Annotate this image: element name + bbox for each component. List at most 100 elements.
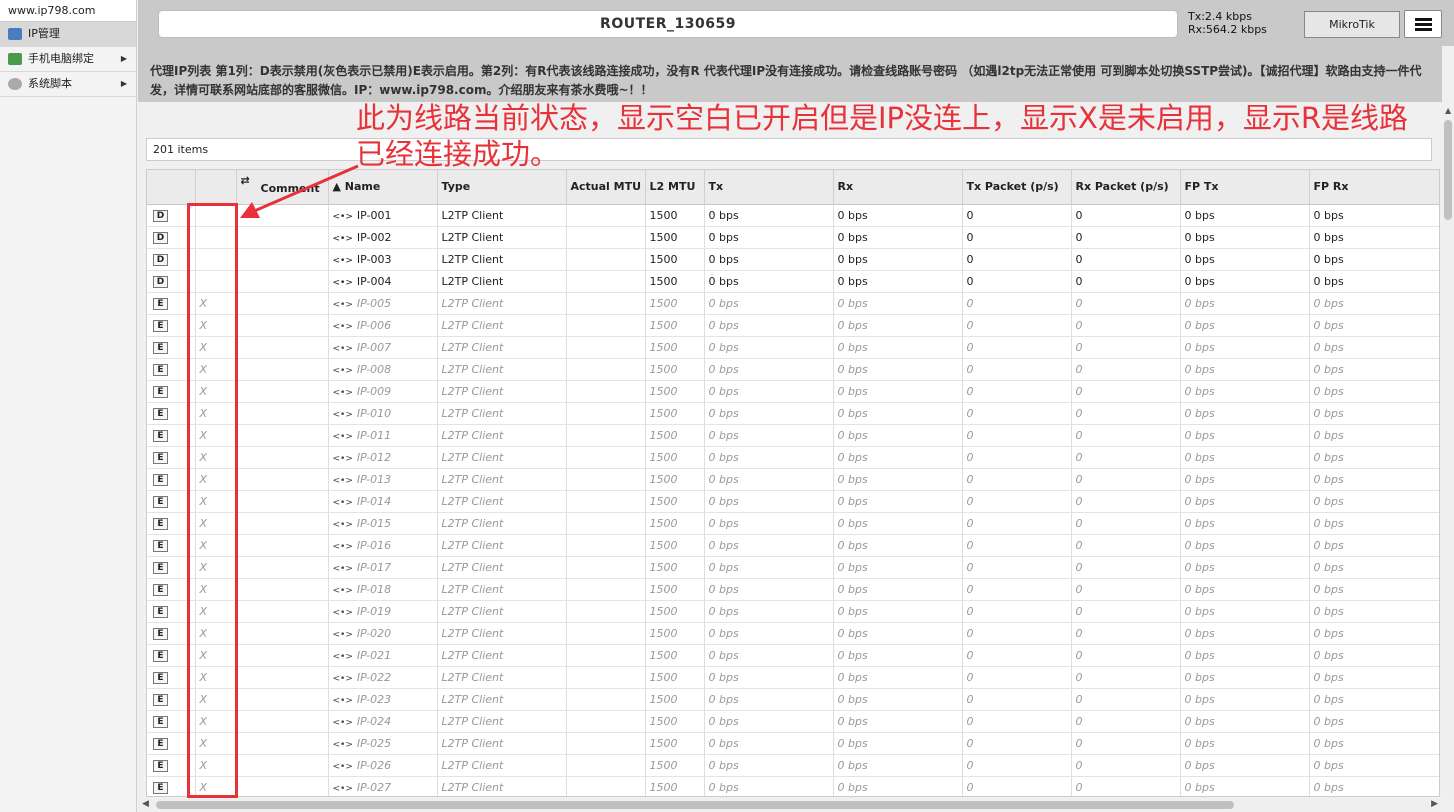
table-row[interactable]: E X <•> IP-010 L2TP Client 1500 0 bps 0 bps 0 0 0 …	[147, 402, 1439, 425]
comment-cell	[236, 248, 329, 271]
actual-mtu-cell	[566, 644, 646, 667]
vertical-scroll-thumb[interactable]	[1444, 120, 1452, 220]
table-row[interactable]: E X <•> IP-006 L2TP Client 1500 0 bps 0 bps 0 0 0 …	[147, 314, 1439, 337]
sidebar-item-device-binding[interactable]: 手机电脑绑定 ▶	[0, 47, 136, 72]
fp-rx-cell: 0 bps	[1309, 424, 1439, 447]
enable-flag-button[interactable]: E	[153, 606, 168, 618]
enable-flag-button[interactable]: E	[153, 738, 168, 750]
tx-cell: 0 bps	[704, 358, 834, 381]
enable-flag-button[interactable]: E	[153, 760, 168, 772]
table-row[interactable]: D <•> IP-004 L2TP Client 1500 0 bps 0 bps 0 0 0 b…	[147, 270, 1439, 293]
col-rx-packet[interactable]: Rx Packet (p/s)	[1071, 170, 1181, 205]
interface-name: IP-025	[356, 736, 392, 750]
horizontal-scroll-thumb[interactable]	[156, 801, 1234, 809]
table-row[interactable]: E X <•> IP-018 L2TP Client 1500 0 bps 0 bps 0 0 0 …	[147, 578, 1439, 601]
fp-rx-cell: 0 bps	[1309, 732, 1439, 755]
col-rx[interactable]: Rx	[833, 170, 963, 205]
tx-cell: 0 bps	[704, 688, 834, 711]
col-type[interactable]: Type	[437, 170, 567, 205]
scroll-left-icon[interactable]: ◀	[142, 799, 149, 809]
mikrotik-button[interactable]: MikroTik	[1304, 11, 1400, 38]
enable-flag-button[interactable]: E	[153, 342, 168, 354]
scroll-up-icon[interactable]: ▲	[1445, 106, 1451, 115]
comment-cell	[236, 490, 329, 513]
enable-flag-button[interactable]: E	[153, 474, 168, 486]
table-row[interactable]: E X <•> IP-007 L2TP Client 1500 0 bps 0 bps 0 0 0 …	[147, 336, 1439, 359]
enable-flag-button[interactable]: E	[153, 518, 168, 530]
table-row[interactable]: D <•> IP-003 L2TP Client 1500 0 bps 0 bps 0 0 0 b…	[147, 248, 1439, 271]
enable-flag-button[interactable]: E	[153, 562, 168, 574]
scroll-right-icon[interactable]: ▶	[1431, 799, 1438, 809]
table-row[interactable]: E X <•> IP-009 L2TP Client 1500 0 bps 0 bps 0 0 0 …	[147, 380, 1439, 403]
disable-flag-button[interactable]: D	[153, 254, 168, 266]
enable-flag-button[interactable]: E	[153, 628, 168, 640]
enable-flag-button[interactable]: E	[153, 430, 168, 442]
tx-cell: 0 bps	[704, 204, 834, 227]
table-row[interactable]: E X <•> IP-017 L2TP Client 1500 0 bps 0 bps 0 0 0 …	[147, 556, 1439, 579]
site-url[interactable]: www.ip798.com	[0, 0, 136, 22]
name-cell: <•> IP-009	[328, 380, 438, 403]
table-row[interactable]: E X <•> IP-011 L2TP Client 1500 0 bps 0 bps 0 0 0 …	[147, 424, 1439, 447]
enable-flag-button[interactable]: E	[153, 672, 168, 684]
col-tx[interactable]: Tx	[704, 170, 834, 205]
col-l2-mtu[interactable]: L2 MTU	[645, 170, 705, 205]
table-row[interactable]: E X <•> IP-024 L2TP Client 1500 0 bps 0 bps 0 0 0 …	[147, 710, 1439, 733]
col-fp-tx[interactable]: FP Tx	[1180, 170, 1310, 205]
disable-flag-button[interactable]: D	[153, 210, 168, 222]
table-row[interactable]: E X <•> IP-015 L2TP Client 1500 0 bps 0 bps 0 0 0 …	[147, 512, 1439, 535]
enable-flag-button[interactable]: E	[153, 386, 168, 398]
devices-icon	[8, 53, 22, 65]
table-row[interactable]: E X <•> IP-021 L2TP Client 1500 0 bps 0 bps 0 0 0 …	[147, 644, 1439, 667]
table-row[interactable]: E X <•> IP-016 L2TP Client 1500 0 bps 0 bps 0 0 0 …	[147, 534, 1439, 557]
disable-flag-button[interactable]: D	[153, 232, 168, 244]
type-cell: L2TP Client	[437, 314, 567, 337]
fp-tx-cell: 0 bps	[1180, 270, 1310, 293]
enable-flag-button[interactable]: E	[153, 364, 168, 376]
table-row[interactable]: E X <•> IP-012 L2TP Client 1500 0 bps 0 bps 0 0 0 …	[147, 446, 1439, 469]
table-row[interactable]: E X <•> IP-014 L2TP Client 1500 0 bps 0 bps 0 0 0 …	[147, 490, 1439, 513]
comment-cell	[236, 380, 329, 403]
horizontal-scrollbar[interactable]: ◀ ▶	[138, 798, 1442, 812]
hamburger-menu-icon[interactable]	[1404, 10, 1442, 38]
sidebar-item-ip-management[interactable]: IP管理	[0, 22, 136, 47]
table-row[interactable]: E X <•> IP-008 L2TP Client 1500 0 bps 0 bps 0 0 0 …	[147, 358, 1439, 381]
fp-rx-cell: 0 bps	[1309, 314, 1439, 337]
enable-flag-button[interactable]: E	[153, 320, 168, 332]
enable-flag-button[interactable]: E	[153, 298, 168, 310]
sidebar-item-system-scripts[interactable]: 系统脚本 ▶	[0, 72, 136, 97]
chevron-right-icon: ▶	[120, 79, 127, 88]
table-row[interactable]: E X <•> IP-013 L2TP Client 1500 0 bps 0 bps 0 0 0 …	[147, 468, 1439, 491]
table-row[interactable]: E X <•> IP-019 L2TP Client 1500 0 bps 0 bps 0 0 0 …	[147, 600, 1439, 623]
enable-flag-button[interactable]: E	[153, 452, 168, 464]
l2-mtu-cell: 1500	[645, 270, 705, 293]
enable-flag-button[interactable]: E	[153, 584, 168, 596]
enable-flag-button[interactable]: E	[153, 694, 168, 706]
enable-flag-button[interactable]: E	[153, 650, 168, 662]
col-tx-packet[interactable]: Tx Packet (p/s)	[962, 170, 1072, 205]
table-row[interactable]: E X <•> IP-020 L2TP Client 1500 0 bps 0 bps 0 0 0 …	[147, 622, 1439, 645]
rx-packet-cell: 0	[1071, 226, 1181, 249]
table-row[interactable]: E X <•> IP-026 L2TP Client 1500 0 bps 0 bps 0 0 0 …	[147, 754, 1439, 777]
table-row[interactable]: E X <•> IP-022 L2TP Client 1500 0 bps 0 bps 0 0 0 …	[147, 666, 1439, 689]
col-flag[interactable]	[147, 170, 196, 205]
actual-mtu-cell	[566, 534, 646, 557]
enable-flag-button[interactable]: E	[153, 496, 168, 508]
enable-flag-button[interactable]: E	[153, 716, 168, 728]
tx-cell: 0 bps	[704, 490, 834, 513]
table-row[interactable]: E X <•> IP-023 L2TP Client 1500 0 bps 0 bps 0 0 0 …	[147, 688, 1439, 711]
table-row[interactable]: E X <•> IP-025 L2TP Client 1500 0 bps 0 bps 0 0 0 …	[147, 732, 1439, 755]
annotation-highlight-box	[187, 203, 238, 798]
rx-cell: 0 bps	[833, 644, 963, 667]
enable-flag-button[interactable]: E	[153, 408, 168, 420]
comment-cell	[236, 732, 329, 755]
enable-flag-button[interactable]: E	[153, 540, 168, 552]
col-fp-rx[interactable]: FP Rx	[1309, 170, 1439, 205]
type-cell: L2TP Client	[437, 644, 567, 667]
table-row[interactable]: E X <•> IP-005 L2TP Client 1500 0 bps 0 bps 0 0 0 …	[147, 292, 1439, 315]
enable-flag-button[interactable]: E	[153, 782, 168, 794]
vertical-scrollbar[interactable]: ▲	[1442, 102, 1454, 798]
table-row[interactable]: E X <•> IP-027 L2TP Client 1500 0 bps 0 bps 0 0 0 …	[147, 776, 1439, 796]
col-actual-mtu[interactable]: Actual MTU	[566, 170, 646, 205]
disable-flag-button[interactable]: D	[153, 276, 168, 288]
tx-cell: 0 bps	[704, 336, 834, 359]
